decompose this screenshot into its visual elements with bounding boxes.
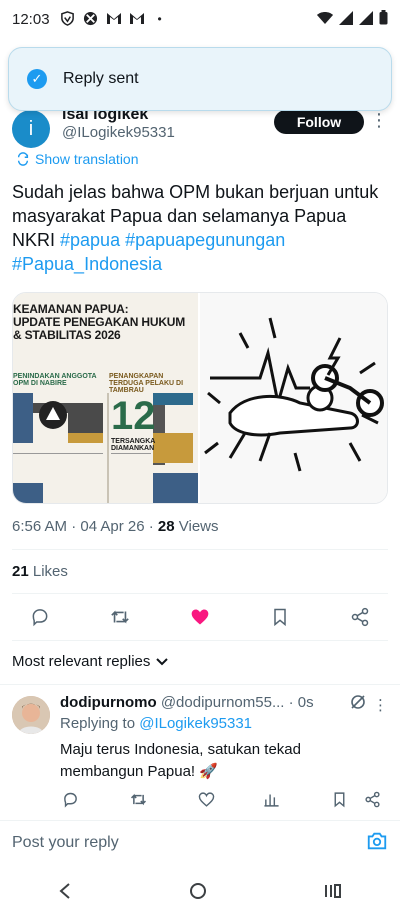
likes-summary[interactable]: 21 Likes	[12, 563, 68, 580]
infographic-graphics	[13, 393, 198, 503]
replying-to-handle[interactable]: @ILogikek95331	[139, 715, 252, 732]
reply-body: Maju terus Indonesia, satukan tekad memb…	[60, 741, 301, 780]
reply-share-icon[interactable]	[361, 788, 383, 810]
grok-icon[interactable]	[350, 694, 366, 715]
replies-sort-dropdown[interactable]: Most relevant replies	[12, 653, 169, 670]
views-count: 28	[157, 518, 175, 535]
infographic-title-line3: & STABILITAS 2026	[13, 328, 121, 342]
tweet-action-bar	[0, 602, 400, 632]
illustration-image[interactable]	[198, 293, 387, 503]
infographic-section-2: PENANGKAPAN TERDUGA PELAKU DI TAMBRAU	[109, 373, 184, 394]
author-handle[interactable]: @ILogikek95331	[62, 124, 175, 141]
divider-2	[12, 593, 388, 594]
signal-icon-2	[359, 10, 373, 25]
show-translation-label: Show translation	[35, 151, 139, 167]
infographic-section-1: PENINDAKAN ANGGOTA OPM DI NABIRE	[13, 373, 97, 387]
reply-bookmark-icon[interactable]	[328, 788, 350, 810]
replies-sort-label: Most relevant replies	[12, 653, 151, 670]
home-icon[interactable]	[189, 882, 207, 900]
back-icon[interactable]	[58, 882, 72, 899]
battery-icon	[379, 10, 388, 25]
reply-header: dodipurnomo @dodipurnom55... · 0s	[60, 694, 314, 711]
views-label: Views	[174, 518, 219, 535]
bookmark-icon[interactable]	[265, 602, 295, 632]
reply-action-bar	[0, 788, 400, 810]
reply-more-options-icon[interactable]: ⋮	[373, 696, 388, 714]
reply-reply-icon[interactable]	[59, 788, 81, 810]
toast-message: Reply sent	[63, 70, 139, 87]
show-translation-link[interactable]: Show translation	[16, 151, 139, 167]
follow-button[interactable]: Follow	[274, 110, 364, 134]
avatar-letter: i	[28, 117, 34, 140]
infographic-title: KEAMANAN PAPUA: UPDATE PENEGAKAN HUKUM &…	[13, 303, 185, 342]
reply-composer[interactable]: Post your reply	[0, 820, 400, 864]
share-icon[interactable]	[345, 602, 375, 632]
repost-icon[interactable]	[105, 602, 135, 632]
reply-like-icon[interactable]	[195, 788, 217, 810]
status-right-icons	[317, 10, 388, 25]
reply-icon[interactable]	[25, 602, 55, 632]
status-bar: 12:03 •	[0, 0, 400, 38]
divider-3	[12, 640, 388, 641]
tweet-timestamp: 6:56 AM · 04 Apr 26 ·	[12, 518, 158, 535]
reply-input-placeholder[interactable]: Post your reply	[12, 834, 119, 852]
tweet-author: i isal logikek @ILogikek95331 Follow ⋮	[12, 106, 388, 148]
divider	[12, 549, 388, 550]
author-avatar[interactable]: i	[12, 110, 50, 148]
likes-count: 21	[12, 563, 29, 580]
gmail-icon	[106, 11, 122, 27]
reply-time: · 0s	[284, 694, 314, 711]
hashtag-papua[interactable]: #papua	[60, 230, 120, 250]
tweet-media[interactable]: KEAMANAN PAPUA: UPDATE PENEGAKAN HUKUM &…	[12, 292, 388, 504]
reply-avatar[interactable]	[12, 696, 50, 734]
like-icon[interactable]	[185, 602, 215, 632]
tweet-text: Sudah jelas bahwa OPM bukan berjuan untu…	[12, 180, 382, 276]
recents-icon[interactable]	[324, 883, 342, 899]
signal-icon	[339, 10, 353, 25]
reply-author-handle[interactable]: @dodipurnom55...	[161, 694, 285, 711]
chevron-down-icon	[156, 657, 169, 665]
infographic-big-number: 12	[111, 394, 156, 438]
notification-dot: •	[157, 12, 162, 26]
hashtag-papua-indonesia[interactable]: #Papua_Indonesia	[12, 254, 162, 274]
system-nav-bar	[0, 870, 400, 911]
tweet-meta: 6:56 AM · 04 Apr 26 · 28 Views	[12, 518, 219, 535]
translate-icon	[17, 152, 29, 166]
likes-label: Likes	[28, 563, 68, 580]
reply-views-icon[interactable]	[260, 788, 282, 810]
reply-author-name[interactable]: dodipurnomo	[60, 694, 157, 711]
reply-repost-icon[interactable]	[127, 788, 149, 810]
reply-sent-toast[interactable]: ✓ Reply sent	[8, 47, 392, 111]
divider-4	[0, 684, 400, 685]
wifi-icon	[317, 11, 333, 24]
replying-to-prefix: Replying to	[60, 715, 140, 732]
infographic-big-number-label: TERSANGKA DIAMANKAN	[111, 438, 156, 452]
check-circle-icon: ✓	[27, 69, 47, 89]
status-time: 12:03	[12, 10, 50, 28]
more-options-icon[interactable]: ⋮	[370, 110, 388, 131]
infographic-image[interactable]: KEAMANAN PAPUA: UPDATE PENEGAKAN HUKUM &…	[13, 293, 198, 503]
hashtag-papuapegunungan[interactable]: #papuapegunungan	[125, 230, 285, 250]
camera-icon[interactable]	[366, 830, 388, 857]
accident-illustration	[204, 317, 384, 472]
vpn-shield-icon	[60, 11, 76, 27]
replying-to: Replying to @ILogikek95331	[60, 715, 252, 732]
gmail-icon-2	[129, 11, 145, 27]
xbox-icon	[83, 11, 99, 27]
